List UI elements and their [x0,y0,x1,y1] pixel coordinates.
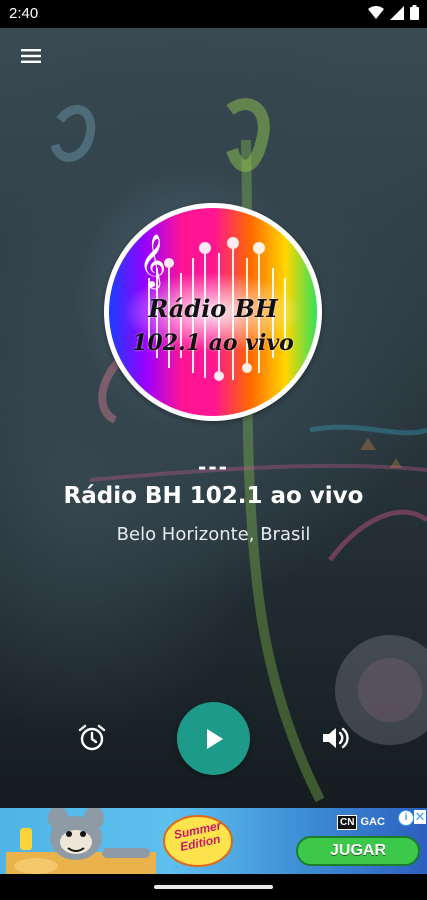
ad-brand-text: GAC [360,816,385,828]
navigation-bar [0,874,427,900]
volume-button[interactable] [319,722,351,754]
alarm-clock-icon [78,724,106,751]
hamburger-menu-icon [21,49,41,63]
ad-play-button[interactable]: JUGAR [296,836,420,866]
logo-text-line1: Rádio BH [148,294,278,323]
ad-info-icon[interactable]: i [398,810,414,826]
menu-button[interactable] [14,42,48,70]
ad-banner[interactable]: Summer Edition CN GAC i ✕ JUGAR [0,808,427,874]
station-name: Rádio BH 102.1 ao vivo [63,483,364,509]
radio-player-screen: 2:40 𝄞 Rádio BH 102.1 ao vivo --- Rádio … [0,0,427,900]
ad-cartoon-image [6,808,156,874]
home-indicator[interactable] [154,885,273,889]
ad-brand: CN GAC [333,814,389,830]
status-bar: 2:40 [0,0,427,28]
station-logo-artwork: 𝄞 Rádio BH 102.1 ao vivo [109,208,317,416]
status-time: 2:40 [9,5,39,22]
wifi-icon [368,5,384,19]
logo-text-line2: 102.1 ao vivo [132,330,294,356]
now-playing-track: --- [198,455,229,479]
alarm-button[interactable] [76,722,108,754]
station-logo: 𝄞 Rádio BH 102.1 ao vivo [104,203,322,421]
play-button[interactable] [177,702,250,775]
status-icons [368,5,419,20]
station-location: Belo Horizonte, Brasil [116,524,311,545]
svg-text:𝄞: 𝄞 [139,233,166,289]
ad-brand-logo: CN [337,814,358,830]
ad-close-icon[interactable]: ✕ [414,810,426,824]
play-icon [206,728,223,749]
signal-icon [390,5,404,20]
volume-icon [323,727,349,749]
battery-icon [410,5,419,20]
